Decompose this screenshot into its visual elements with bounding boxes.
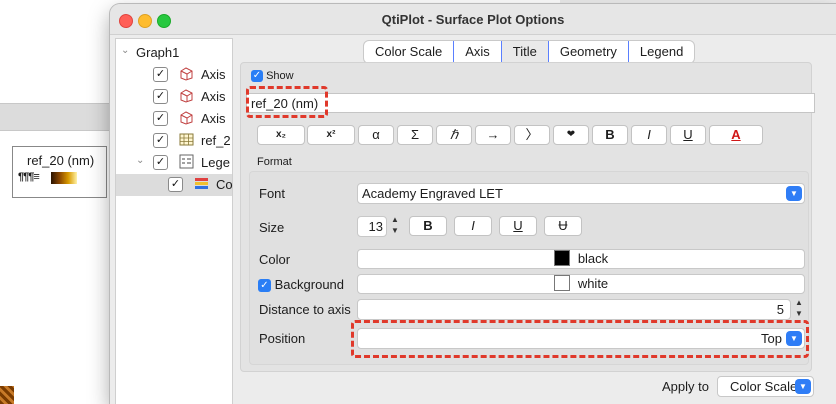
tree-item-checkbox[interactable]: ✓ xyxy=(153,67,168,82)
tree-item-checkbox[interactable]: ✓ xyxy=(153,111,168,126)
tree-item-ref20[interactable]: ✓ ref_2 xyxy=(116,130,232,152)
layer-tree: ⌄ Graph1 ✓ Axis ✓ Axis ✓ Axis ✓ ref_2 ⌄ … xyxy=(115,38,233,404)
tree-item-checkbox[interactable]: ✓ xyxy=(153,133,168,148)
font-label: Font xyxy=(259,186,286,201)
tree-item-label: Axis xyxy=(201,89,226,104)
background-color-picker[interactable]: white xyxy=(357,274,805,294)
tree-item-axis-y[interactable]: ✓ Axis xyxy=(116,86,232,108)
color-scale-icon xyxy=(195,178,208,189)
tree-item-checkbox[interactable]: ✓ xyxy=(168,177,183,192)
annotation-highlight-title-text xyxy=(246,86,328,118)
tab-axis[interactable]: Axis xyxy=(454,41,502,63)
distance-label: Distance to axis xyxy=(259,302,351,317)
annotation-highlight-position xyxy=(351,320,809,358)
size-stepper-arrows[interactable]: ▲ ▼ xyxy=(389,214,401,238)
options-tab-bar: Color Scale Axis Title Geometry Legend xyxy=(363,40,696,64)
title-bar[interactable]: QtiPlot - Surface Plot Options xyxy=(110,4,836,35)
tree-item-legend[interactable]: ⌄ ✓ Lege xyxy=(116,152,232,174)
size-spinbox[interactable]: 13 xyxy=(357,216,387,237)
arrow-symbol-button[interactable]: → xyxy=(475,125,511,145)
legend-glyph-text: ¶¶¶≡ xyxy=(18,171,40,183)
legend-title: ref_20 (nm) xyxy=(27,153,95,168)
tree-item-label: Graph1 xyxy=(136,45,180,60)
heart-symbol-button[interactable]: ❤ xyxy=(553,125,589,145)
tree-item-graph1[interactable]: ⌄ Graph1 xyxy=(116,42,232,64)
font-select-value: Academy Engraved LET xyxy=(362,186,503,201)
subscript-button[interactable]: x₂ xyxy=(257,125,305,145)
italic-text-button[interactable]: I xyxy=(631,125,667,145)
color-label: Color xyxy=(259,252,291,267)
tree-item-axis-x[interactable]: ✓ Axis xyxy=(116,64,232,86)
title-text-field[interactable]: ref_20 (nm) xyxy=(246,93,815,113)
tab-color-scale[interactable]: Color Scale xyxy=(364,41,455,63)
chevron-down-icon[interactable]: ⌄ xyxy=(136,155,144,166)
format-section-label: Format xyxy=(257,156,292,168)
tree-item-label: Co xyxy=(216,177,233,192)
show-title-row[interactable]: ✓ Show xyxy=(251,70,294,83)
tree-item-label: Lege xyxy=(201,155,230,170)
size-label: Size xyxy=(259,220,285,235)
show-title-label: Show xyxy=(266,70,294,82)
tree-item-label: Axis xyxy=(201,111,226,126)
apply-to-label: Apply to xyxy=(662,379,709,394)
legend-color-gradient xyxy=(51,172,77,184)
tab-title[interactable]: Title xyxy=(501,41,549,63)
bracket-symbol-button[interactable]: 〉 xyxy=(514,125,550,145)
axis-cube-icon xyxy=(180,111,193,125)
legend-icon xyxy=(179,154,194,169)
strikeout-style-button[interactable]: Ʉ xyxy=(544,216,582,236)
font-select[interactable]: Academy Engraved LET ▼ xyxy=(357,183,805,204)
hbar-symbol-button[interactable]: ℏ xyxy=(436,125,472,145)
window-title: QtiPlot - Surface Plot Options xyxy=(381,12,565,27)
surface-plot-fragment xyxy=(0,386,14,404)
chevron-down-icon: ▼ xyxy=(786,186,802,201)
bold-style-button[interactable]: B xyxy=(409,216,447,236)
tab-geometry[interactable]: Geometry xyxy=(549,41,629,63)
bold-text-button[interactable]: B xyxy=(592,125,628,145)
color-name: black xyxy=(577,251,609,266)
background-swatch xyxy=(553,275,570,291)
plot-color-legend[interactable]: ref_20 (nm) ¶¶¶≡ xyxy=(12,146,107,198)
apply-to-value: Color Scale xyxy=(730,379,798,394)
tree-item-checkbox[interactable]: ✓ xyxy=(153,155,168,170)
tree-item-label: Axis xyxy=(201,67,226,82)
tree-item-axis-z[interactable]: ✓ Axis xyxy=(116,108,232,130)
apply-to-select[interactable]: Color Scale ▼ xyxy=(717,376,814,397)
grid-table-icon xyxy=(179,133,194,146)
tree-item-color-scale[interactable]: ✓ Co xyxy=(116,174,233,196)
position-label: Position xyxy=(259,331,306,346)
chevron-updown-icon: ▼ xyxy=(795,379,811,394)
greek-letter-button[interactable]: α xyxy=(358,125,394,145)
background-row[interactable]: ✓ Background xyxy=(258,277,345,293)
axis-cube-icon xyxy=(180,89,193,103)
color-swatch xyxy=(553,250,570,266)
background-label: Background xyxy=(274,277,345,292)
superscript-button[interactable]: x² xyxy=(307,125,355,145)
text-color-button[interactable]: A xyxy=(709,125,763,145)
underline-text-button[interactable]: U xyxy=(670,125,706,145)
tree-item-checkbox[interactable]: ✓ xyxy=(153,89,168,104)
text-color-picker[interactable]: black xyxy=(357,249,805,269)
show-title-checkbox[interactable]: ✓ xyxy=(251,70,263,83)
axis-cube-icon xyxy=(180,67,193,81)
tab-legend[interactable]: Legend xyxy=(629,41,694,63)
chevron-down-icon[interactable]: ⌄ xyxy=(121,45,129,56)
distance-spinbox[interactable]: 5 xyxy=(357,299,791,320)
underline-style-button[interactable]: U xyxy=(499,216,537,236)
surface-plot-options-dialog: QtiPlot - Surface Plot Options ⌄ Graph1 … xyxy=(110,4,836,404)
distance-stepper-arrows[interactable]: ▲ ▼ xyxy=(793,297,805,321)
tree-item-label: ref_2 xyxy=(201,133,231,148)
italic-style-button[interactable]: I xyxy=(454,216,492,236)
background-header-strip xyxy=(0,103,112,131)
math-symbol-button[interactable]: Σ xyxy=(397,125,433,145)
background-checkbox[interactable]: ✓ xyxy=(258,279,271,293)
background-color-name: white xyxy=(577,276,609,291)
